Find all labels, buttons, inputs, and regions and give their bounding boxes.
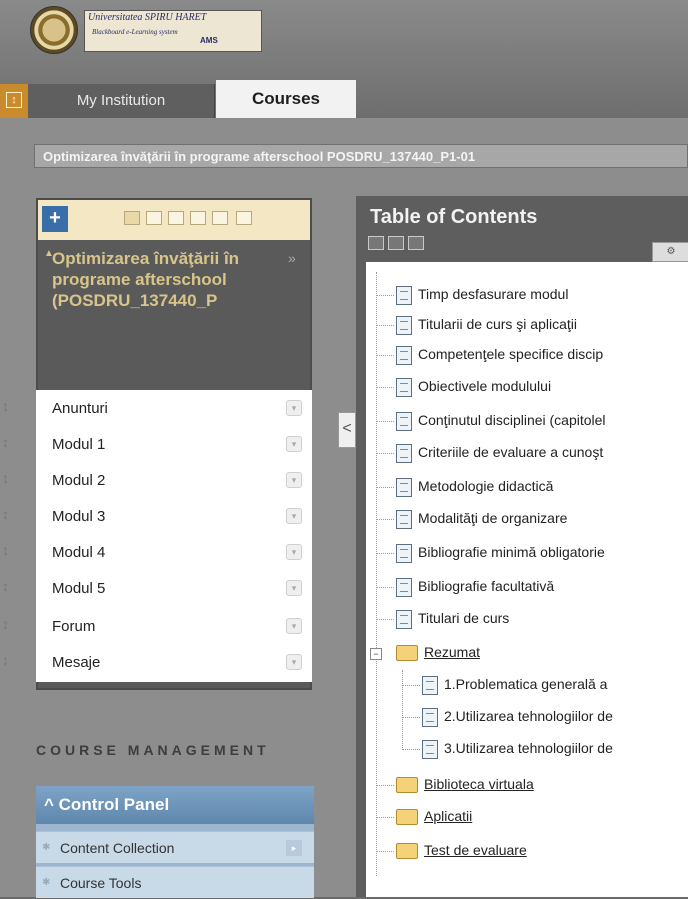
tree-connector (402, 670, 403, 748)
menu-item-modul-2[interactable]: Modul 2 ▾ (36, 462, 312, 498)
folder-view-icon[interactable] (146, 211, 162, 225)
chevron-down-icon[interactable]: ▾ (286, 508, 302, 524)
toc-settings-icon[interactable]: ⚙ (652, 242, 688, 262)
document-icon (396, 510, 412, 529)
drag-handle-icon[interactable]: ↕ (2, 506, 9, 522)
chevron-down-icon[interactable]: ▾ (286, 400, 302, 416)
document-icon (422, 740, 438, 759)
tab-courses[interactable]: Courses (216, 80, 356, 118)
collapse-menu-button[interactable]: < (338, 412, 356, 448)
logo-text-university: Universitatea SPIRU HARET (88, 12, 207, 23)
menu-item-label: Anunturi (52, 400, 108, 417)
chevron-down-icon[interactable]: ▾ (286, 654, 302, 670)
menu-item-mesaje[interactable]: Mesaje ▾ (36, 644, 312, 680)
document-icon (396, 378, 412, 397)
folder-open-icon (396, 645, 418, 661)
course-management-heading: COURSE MANAGEMENT (36, 742, 270, 758)
bullet-icon: ✱ (42, 842, 51, 853)
folder-open-icon (396, 777, 418, 793)
menu-item-modul-1[interactable]: Modul 1 ▾ (36, 426, 312, 462)
folder-open-icon (396, 843, 418, 859)
drag-handle-icon[interactable]: ↕ (2, 398, 9, 414)
toc-tool-icon[interactable] (388, 236, 404, 250)
document-icon (396, 478, 412, 497)
menu-item-anunturi[interactable]: Anunturi ▾ (36, 390, 312, 426)
logo-text-ams: AMS (200, 36, 218, 45)
chevron-down-icon[interactable]: ▾ (286, 436, 302, 452)
bullet-icon: ✱ (42, 877, 51, 888)
collapse-arrow-icon: ^ (44, 795, 59, 814)
menu-item-label: Mesaje (52, 654, 101, 671)
tab-my-institution[interactable]: My Institution (28, 84, 215, 118)
drag-handle-icon[interactable]: ↕ (2, 652, 9, 668)
chevron-down-icon[interactable]: ▾ (286, 580, 302, 596)
tabs-menu-toggle-button[interactable]: ↕ (0, 84, 28, 118)
add-menu-item-button[interactable]: + (42, 206, 68, 232)
logo-text-system: Blackboard e-Learning system (92, 28, 178, 36)
drag-handle-icon[interactable]: ↕ (2, 542, 9, 558)
copy-icon[interactable] (190, 211, 206, 225)
document-icon (396, 412, 412, 431)
document-icon (396, 544, 412, 563)
document-icon (422, 708, 438, 727)
list-view-icon[interactable] (124, 211, 140, 225)
chevron-down-icon[interactable]: ▾ (286, 618, 302, 634)
chevron-right-icon[interactable]: ▸ (286, 840, 302, 856)
control-panel-label: Control Panel (58, 795, 170, 814)
toc-tool-icon[interactable] (408, 236, 424, 250)
folder-open-icon (396, 809, 418, 825)
sort-icon[interactable] (236, 211, 252, 225)
menu-toggle-icon: ↕ (6, 92, 22, 108)
chevron-down-icon[interactable]: ▾ (286, 472, 302, 488)
document-icon (422, 676, 438, 695)
menu-item-forum[interactable]: Forum ▾ (36, 608, 312, 644)
menu-item-label: Modul 2 (52, 472, 106, 489)
document-icon (396, 286, 412, 305)
window-icon[interactable] (168, 211, 184, 225)
menu-item-modul-5[interactable]: Modul 5 ▾ (36, 570, 312, 606)
document-icon (396, 346, 412, 365)
breadcrumb[interactable]: Optimizarea învăţării în programe afters… (34, 144, 688, 168)
university-seal-logo[interactable] (30, 6, 78, 54)
menu-item-label: Modul 1 (52, 436, 106, 453)
control-panel-item-course-tools[interactable]: ✱ Course Tools (36, 866, 314, 898)
document-icon (396, 316, 412, 335)
menu-expand-icon[interactable]: » (288, 250, 296, 266)
menu-item-label: Modul 5 (52, 580, 106, 597)
document-icon (396, 578, 412, 597)
document-icon (396, 610, 412, 629)
drag-handle-icon[interactable]: ↕ (2, 578, 9, 594)
control-panel-item-content-collection[interactable]: ✱ Content Collection ▸ (36, 831, 314, 863)
menu-item-label: Modul 4 (52, 544, 106, 561)
toc-title: Table of Contents (370, 206, 538, 228)
chevron-down-icon[interactable]: ▾ (286, 544, 302, 560)
course-title[interactable]: Optimizarea învăţării în programe afters… (52, 248, 282, 311)
document-icon (396, 444, 412, 463)
control-panel-item-label: Course Tools (60, 875, 142, 891)
control-panel-item-label: Content Collection (60, 840, 175, 856)
menu-item-label: Modul 3 (52, 508, 106, 525)
tree-expander-minus-icon[interactable]: − (370, 648, 382, 660)
course-menu-list: Anunturi ▾ Modul 1 ▾ Modul 2 ▾ Modul 3 ▾ Mod… (36, 390, 312, 682)
drag-handle-icon[interactable]: ↕ (2, 434, 9, 450)
drag-handle-icon[interactable]: ↕ (2, 616, 9, 632)
control-panel-header[interactable]: ^ Control Panel (36, 786, 314, 824)
menu-item-label: Forum (52, 618, 96, 635)
menu-item-modul-3[interactable]: Modul 3 ▾ (36, 498, 312, 534)
drag-handle-icon[interactable]: ↕ (2, 470, 9, 486)
refresh-icon[interactable] (212, 211, 228, 225)
menu-item-modul-4[interactable]: Modul 4 ▾ (36, 534, 312, 570)
toc-tool-icon[interactable] (368, 236, 384, 250)
